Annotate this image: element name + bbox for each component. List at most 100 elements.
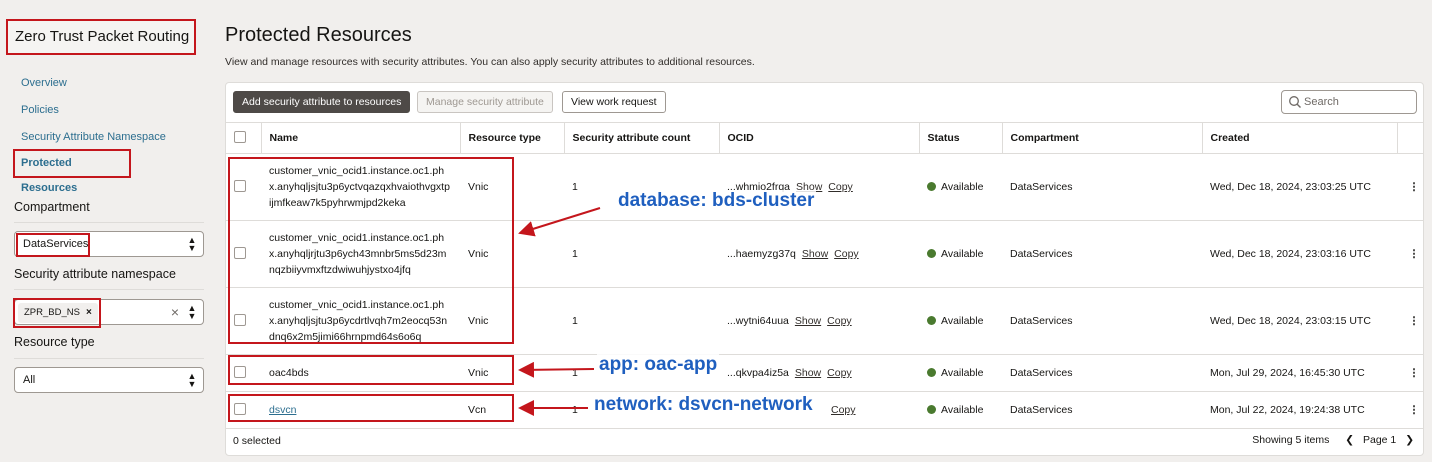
annotation-app: app: oac-app	[597, 354, 720, 376]
clear-icon[interactable]: ×	[171, 304, 179, 320]
status-text: Available	[941, 404, 984, 416]
compartment-label: Compartment	[14, 200, 90, 214]
chip-remove-icon[interactable]: ×	[86, 307, 92, 318]
column-header[interactable]: Name	[260, 122, 460, 154]
page-title: Protected Resources	[225, 24, 412, 46]
annotation-database: database: bds-cluster	[616, 190, 817, 212]
add-security-attribute-button[interactable]: Add security attribute to resources	[233, 91, 411, 113]
resource-type-value: All	[23, 374, 36, 386]
highlight-box-network	[228, 394, 514, 422]
select-all-checkbox[interactable]	[234, 130, 246, 143]
nav-protected-resources[interactable]: Protected Resources	[13, 149, 131, 194]
search-input[interactable]	[1304, 93, 1412, 111]
created: Mon, Jul 29, 2024, 16:45:30 UTC	[1202, 354, 1397, 392]
ocid-value: ...wytni64uua	[727, 315, 789, 327]
page-number: Page 1	[1362, 434, 1397, 446]
column-header[interactable]: Status	[918, 122, 1002, 154]
column-header[interactable]: Compartment	[1001, 122, 1202, 154]
created: Wed, Dec 18, 2024, 23:03:15 UTC	[1202, 287, 1397, 355]
ocid-cell: ...haemyzg37q Show Copy	[719, 220, 919, 288]
namespace-select[interactable]: ZPR_BD_NS × × ▲ ▼	[13, 298, 204, 328]
compartment: DataServices	[1002, 391, 1202, 429]
divider	[14, 222, 204, 223]
copy-ocid-link[interactable]: Copy	[827, 315, 852, 327]
annotation-network: network: dsvcn-network	[592, 394, 815, 416]
status-cell: Available	[919, 391, 1002, 429]
status-cell: Available	[919, 153, 1002, 221]
created: Wed, Dec 18, 2024, 23:03:16 UTC	[1202, 220, 1397, 288]
namespace-chip[interactable]: ZPR_BD_NS ×	[18, 303, 98, 323]
status-cell: Available	[919, 220, 1002, 288]
status-available-icon	[927, 182, 936, 191]
status-text: Available	[941, 181, 984, 193]
show-ocid-link[interactable]: Show	[795, 315, 821, 327]
resource-type-select[interactable]: All ▲ ▼	[14, 367, 204, 393]
prev-page-icon[interactable]: ❮	[1345, 434, 1354, 446]
highlight-box-app	[228, 355, 514, 385]
namespace-label: Security attribute namespace	[14, 267, 176, 281]
next-page-icon[interactable]: ❯	[1405, 434, 1414, 446]
copy-ocid-link[interactable]: Copy	[834, 248, 859, 260]
column-header	[1396, 122, 1423, 154]
status-available-icon	[927, 405, 936, 414]
row-actions-kebab-icon[interactable]: ⋮	[1397, 220, 1423, 288]
table-header: Name Resource type Security attribute co…	[226, 122, 1423, 154]
status-available-icon	[927, 368, 936, 377]
row-actions-kebab-icon[interactable]: ⋮	[1397, 287, 1423, 355]
ocid-value: ...haemyzg37q	[727, 248, 796, 260]
created: Wed, Dec 18, 2024, 23:03:25 UTC	[1202, 153, 1397, 221]
created: Mon, Jul 22, 2024, 19:24:38 UTC	[1202, 391, 1397, 429]
chevron-updown-icon: ▲ ▼	[187, 371, 197, 389]
chip-label: ZPR_BD_NS	[24, 307, 80, 318]
divider	[14, 358, 204, 359]
ocid-cell: ...qkvpa4iz5a Show Copy	[719, 354, 919, 392]
copy-ocid-link[interactable]: Copy	[828, 181, 853, 193]
chevron-updown-icon: ▲ ▼	[187, 303, 197, 321]
column-header[interactable]: Resource type	[459, 122, 564, 154]
status-cell: Available	[919, 287, 1002, 355]
compartment: DataServices	[1002, 153, 1202, 221]
status-text: Available	[941, 248, 984, 260]
status-text: Available	[941, 315, 984, 327]
status-available-icon	[927, 249, 936, 258]
showing-count: Showing 5 items	[1252, 434, 1330, 446]
column-header[interactable]: Created	[1201, 122, 1397, 154]
compartment: DataServices	[1002, 287, 1202, 355]
selected-count: 0 selected	[233, 435, 281, 447]
nav-security-attribute-namespace[interactable]: Security Attribute Namespace	[21, 131, 166, 143]
copy-ocid-link[interactable]: Copy	[827, 367, 852, 379]
show-ocid-link[interactable]: Show	[795, 367, 821, 379]
column-header[interactable]: Security attribute count	[563, 122, 719, 154]
compartment: DataServices	[1002, 220, 1202, 288]
select-all-header	[226, 122, 261, 154]
compartment: DataServices	[1002, 354, 1202, 392]
copy-ocid-link[interactable]: Copy	[831, 404, 856, 416]
view-work-request-button[interactable]: View work request	[562, 91, 666, 113]
pagination: Showing 5 items ❮ Page 1 ❯	[1252, 434, 1417, 446]
highlight-box-database	[228, 157, 514, 344]
compartment-value: DataServices	[23, 238, 89, 250]
nav-overview[interactable]: Overview	[21, 77, 67, 89]
sidebar: Zero Trust Packet Routing Overview Polic…	[0, 0, 212, 462]
row-actions-kebab-icon[interactable]: ⋮	[1397, 153, 1423, 221]
chevron-updown-icon: ▲ ▼	[187, 235, 197, 253]
row-actions-kebab-icon[interactable]: ⋮	[1397, 391, 1423, 429]
show-ocid-link[interactable]: Show	[802, 248, 828, 260]
nav-policies[interactable]: Policies	[21, 104, 59, 116]
manage-security-attribute-button[interactable]: Manage security attribute	[417, 91, 553, 113]
ocid-cell: ...wytni64uua Show Copy	[719, 287, 919, 355]
ocid-value: ...qkvpa4iz5a	[727, 367, 789, 379]
row-actions-kebab-icon[interactable]: ⋮	[1397, 354, 1423, 392]
divider	[14, 289, 204, 290]
status-available-icon	[927, 316, 936, 325]
compartment-select[interactable]: DataServices ▲ ▼	[14, 231, 204, 257]
attribute-count: 1	[564, 287, 719, 355]
page-description: View and manage resources with security …	[225, 56, 755, 68]
status-cell: Available	[919, 354, 1002, 392]
search-icon	[1289, 96, 1301, 108]
resource-type-label: Resource type	[14, 335, 95, 349]
column-header[interactable]: OCID	[718, 122, 919, 154]
search-box[interactable]	[1281, 90, 1417, 114]
attribute-count: 1	[564, 220, 719, 288]
status-text: Available	[941, 367, 984, 379]
